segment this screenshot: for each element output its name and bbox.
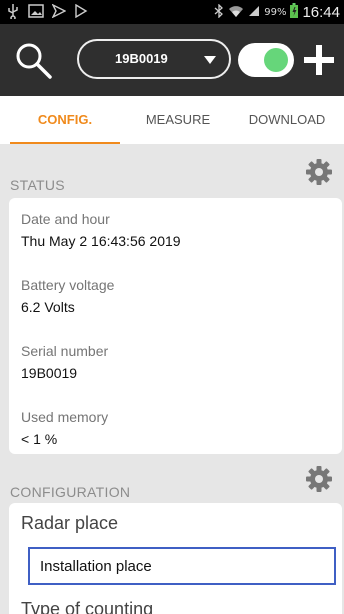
image-icon <box>28 4 44 18</box>
chevron-down-icon <box>204 56 216 64</box>
radar-place-input[interactable] <box>30 549 334 583</box>
signal-icon <box>248 5 260 20</box>
tab-bar: CONFIG. MEASURE DOWNLOAD <box>0 96 344 144</box>
configuration-card: Radar place Type of counting <box>9 503 342 614</box>
status-card: Date and hour Thu May 2 16:43:56 2019 Ba… <box>9 198 342 454</box>
toggle-knob <box>264 48 288 72</box>
add-button[interactable] <box>303 44 335 76</box>
radar-place-field[interactable] <box>28 547 336 585</box>
configuration-section-header: CONFIGURATION <box>10 484 131 500</box>
wifi-icon <box>228 4 244 21</box>
system-status-bar: 99% 16:44 <box>0 0 344 24</box>
serial-number-label: Serial number <box>21 343 109 359</box>
bluetooth-icon <box>214 2 224 21</box>
status-section-header: STATUS <box>10 177 65 193</box>
battery-voltage-label: Battery voltage <box>21 277 115 293</box>
status-settings-button[interactable] <box>306 159 332 185</box>
app-toolbar: 19B0019 <box>0 24 344 96</box>
search-button[interactable] <box>14 41 54 81</box>
used-memory-label: Used memory <box>21 409 109 425</box>
search-icon <box>16 43 52 79</box>
plus-icon <box>304 45 334 75</box>
device-select-value: 19B0019 <box>115 51 168 66</box>
active-tab-indicator <box>10 142 120 144</box>
connection-toggle[interactable] <box>238 43 294 77</box>
date-hour-value: Thu May 2 16:43:56 2019 <box>21 233 181 249</box>
tab-measure[interactable]: MEASURE <box>128 96 228 144</box>
serial-number-value: 19B0019 <box>21 365 78 381</box>
configuration-settings-button[interactable] <box>306 466 332 492</box>
battery-voltage-value: 6.2 Volts <box>21 299 75 315</box>
type-of-counting-label: Type of counting <box>21 599 154 614</box>
device-select[interactable]: 19B0019 <box>77 39 231 79</box>
clock-time: 16:44 <box>302 3 340 21</box>
used-memory-value: < 1 % <box>21 431 58 447</box>
gear-icon <box>306 466 332 492</box>
gear-icon <box>306 159 332 185</box>
tab-config[interactable]: CONFIG. <box>10 96 120 144</box>
usb-icon <box>6 3 20 19</box>
play-icon <box>74 4 88 18</box>
tab-download[interactable]: DOWNLOAD <box>234 96 340 144</box>
battery-percent: 99% <box>264 6 287 18</box>
battery-icon <box>290 3 299 21</box>
radar-place-label: Radar place <box>21 513 119 533</box>
send-icon <box>52 4 66 18</box>
date-hour-label: Date and hour <box>21 211 110 227</box>
